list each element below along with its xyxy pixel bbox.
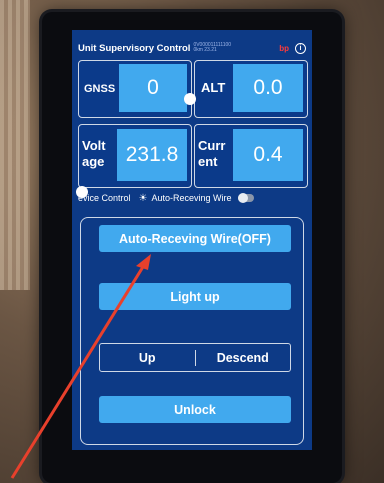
up-descend-control: Up Descend xyxy=(99,343,291,372)
control-panel: Auto-Receving Wire(OFF) Light up Up Desc… xyxy=(80,217,304,445)
alt-tile: ALT 0.0 xyxy=(194,60,308,118)
current-label-2: ent xyxy=(198,154,218,169)
app-screen: Unit Supervisory Control 0V0000111111000… xyxy=(72,30,312,450)
gnss-label: GNSS xyxy=(84,83,116,95)
header-badge: bp xyxy=(279,43,289,53)
app-header: Unit Supervisory Control 0V0000111111000… xyxy=(78,40,306,56)
alt-value: 0.0 xyxy=(233,64,303,112)
current-label-1: Curr xyxy=(198,138,226,153)
descend-button[interactable]: Descend xyxy=(196,351,291,365)
light-up-button[interactable]: Light up xyxy=(99,283,291,310)
voltage-tile: Volt age 231.8 xyxy=(78,124,192,188)
device-control-label: evice Control xyxy=(78,193,131,203)
control-row: evice Control ☀ Auto-Receving Wire xyxy=(72,191,312,205)
unlock-button[interactable]: Unlock xyxy=(99,396,291,423)
background-object xyxy=(0,0,30,290)
info-icon[interactable]: i xyxy=(295,42,306,54)
voltage-label-1: Volt xyxy=(82,138,106,153)
gnss-tile: GNSS 0 xyxy=(78,60,192,118)
current-tile: Curr ent 0.4 xyxy=(194,124,308,188)
current-value: 0.4 xyxy=(233,129,303,181)
touch-indicator xyxy=(184,93,196,105)
app-title: Unit Supervisory Control xyxy=(78,42,191,54)
up-button[interactable]: Up xyxy=(100,351,195,365)
auto-receiving-toggle[interactable] xyxy=(237,193,254,203)
gnss-value: 0 xyxy=(119,64,187,112)
auto-receiving-button[interactable]: Auto-Receving Wire(OFF) xyxy=(99,225,291,252)
header-subtitle: 0V0000111111000km 23.21 xyxy=(193,42,232,53)
voltage-value: 231.8 xyxy=(117,129,187,181)
auto-receiving-label: Auto-Receving Wire xyxy=(151,193,232,203)
alt-label: ALT xyxy=(201,80,226,95)
sun-icon: ☀ xyxy=(138,192,148,204)
voltage-label-2: age xyxy=(82,154,105,169)
